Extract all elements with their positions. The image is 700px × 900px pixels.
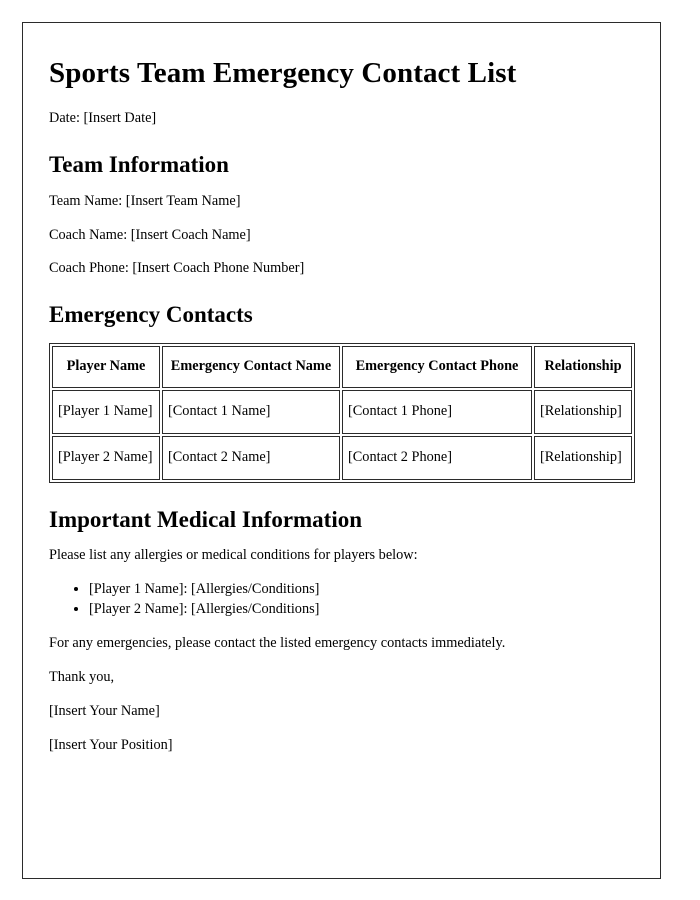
team-name-line: Team Name: [Insert Team Name] xyxy=(49,192,241,209)
table-row: [Player 2 Name] [Contact 2 Name] [Contac… xyxy=(52,435,632,480)
signature-position: [Insert Your Position] xyxy=(49,736,173,753)
table-row: [Player 1 Name] [Contact 1 Name] [Contac… xyxy=(52,389,632,434)
column-header-contact-phone: Emergency Contact Phone xyxy=(342,345,532,388)
document-page: Sports Team Emergency Contact List Date:… xyxy=(22,22,661,879)
column-header-relationship: Relationship xyxy=(534,345,632,388)
cell-relationship: [Relationship] xyxy=(534,389,632,434)
cell-contact-phone: [Contact 1 Phone] xyxy=(342,389,532,434)
thank-you-text: Thank you, xyxy=(49,669,115,686)
section-heading-team-information: Team Information xyxy=(49,152,229,178)
cell-contact-name: [Contact 2 Name] xyxy=(162,435,340,480)
list-item: [Player 1 Name]: [Allergies/Conditions] xyxy=(89,580,634,600)
medical-intro-text: Please list any allergies or medical con… xyxy=(49,547,418,564)
date-line: Date: [Insert Date] xyxy=(49,110,157,127)
page-title: Sports Team Emergency Contact List xyxy=(49,57,517,89)
column-header-player-name: Player Name xyxy=(52,345,160,388)
cell-player-name: [Player 2 Name] xyxy=(52,435,160,480)
cell-contact-phone: [Contact 2 Phone] xyxy=(342,435,532,480)
emergency-note-text: For any emergencies, please contact the … xyxy=(49,635,506,652)
medical-conditions-list: [Player 1 Name]: [Allergies/Conditions] … xyxy=(49,580,634,619)
emergency-contacts-table: Player Name Emergency Contact Name Emerg… xyxy=(49,342,635,483)
section-heading-medical-information: Important Medical Information xyxy=(49,506,363,532)
coach-name-line: Coach Name: [Insert Coach Name] xyxy=(49,226,251,243)
coach-phone-line: Coach Phone: [Insert Coach Phone Number] xyxy=(49,260,305,277)
document-body: Sports Team Emergency Contact List Date:… xyxy=(23,23,660,755)
cell-relationship: [Relationship] xyxy=(534,435,632,480)
list-item: [Player 2 Name]: [Allergies/Conditions] xyxy=(89,600,634,620)
table-header-row: Player Name Emergency Contact Name Emerg… xyxy=(52,345,632,388)
signature-name: [Insert Your Name] xyxy=(49,703,160,720)
column-header-contact-name: Emergency Contact Name xyxy=(162,345,340,388)
cell-player-name: [Player 1 Name] xyxy=(52,389,160,434)
cell-contact-name: [Contact 1 Name] xyxy=(162,389,340,434)
section-heading-emergency-contacts: Emergency Contacts xyxy=(49,302,253,328)
